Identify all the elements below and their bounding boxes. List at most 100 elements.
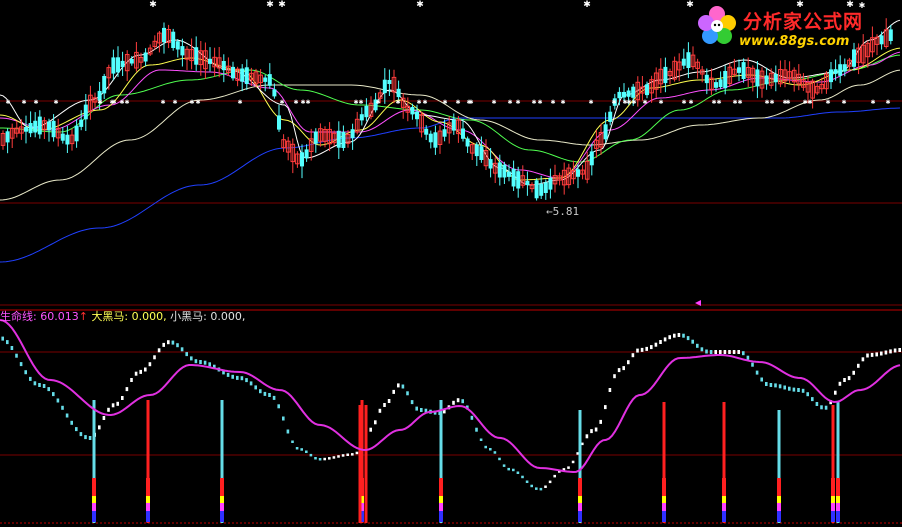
signal-segment: [92, 496, 96, 503]
oscillator-bar: [801, 388, 805, 393]
oscillator-bar: [286, 429, 290, 434]
oscillator-bar: [797, 388, 800, 392]
big-horse-label: 大黑马:: [91, 310, 129, 323]
candle-body: [663, 66, 668, 84]
lifeline-curve: [0, 319, 901, 474]
oscillator-bar: [567, 466, 570, 469]
signal-segment: [439, 496, 443, 503]
oscillator-bar: [231, 374, 234, 379]
candle-body: [272, 89, 277, 97]
oscillator-bar: [240, 376, 244, 381]
star-icon: ✱: [455, 99, 460, 106]
star-icon: ✱: [631, 99, 636, 106]
oscillator-bar: [714, 350, 717, 354]
star-icon: ✱: [375, 99, 380, 106]
oscillator-bar: [378, 408, 382, 413]
oscillator-bar: [719, 350, 722, 354]
candle-body: [175, 41, 180, 50]
signal-segment: [831, 503, 835, 511]
oscillator-bar: [737, 350, 740, 354]
panel-divider-marker-icon[interactable]: [695, 300, 701, 306]
oscillator-bar: [512, 468, 515, 472]
candle-body: [741, 62, 746, 79]
star-icon: ✱: [550, 99, 555, 106]
oscillator-bar: [111, 403, 115, 408]
star-icon: ✱: [769, 99, 774, 106]
star-icon: ✱: [189, 99, 194, 106]
oscillator-bar: [617, 368, 621, 373]
candle-body: [143, 52, 148, 62]
candle-body: [111, 57, 116, 74]
candle-body: [424, 128, 429, 135]
star-icon: ✱: [279, 99, 284, 106]
signal-segment: [92, 503, 96, 511]
oscillator-bar: [47, 387, 50, 392]
oscillator-bar: [65, 413, 69, 418]
lowest-price-label: ←5.81: [546, 205, 580, 218]
candle-body: [465, 138, 470, 147]
oscillator-bar: [857, 363, 860, 368]
oscillator-bar: [116, 401, 119, 406]
lifeline-path: [0, 319, 901, 474]
signal-segment: [831, 496, 835, 503]
kline-chart-canvas[interactable]: ✱ ✱ ✱ ✱ ✱ ✱ ✱ ✱✱ ✱ ✱ ✱ ✱ ✱ ✱ ✱ ✱ ✱ ✱ ✱ ✱ ✱ ✱ ✱ ✱ ✱ ✱ ✱ ✱ ✱ ✱ ✱ ✱ ✱✱ ✱ ✱ ✱ ✱ ✱…: [0, 0, 902, 527]
candle-body: [415, 111, 419, 120]
oscillator-bar: [838, 381, 842, 386]
oscillator-bar: [760, 377, 763, 382]
oscillator-bar: [783, 385, 786, 390]
candle-body: [516, 171, 521, 189]
candle-body: [622, 92, 626, 98]
candle-body: [102, 76, 107, 94]
candle-body: [208, 58, 212, 64]
oscillator-bar: [640, 347, 644, 352]
signal-segment: [146, 511, 150, 522]
oscillator-bar: [709, 350, 713, 354]
candle-body: [300, 152, 304, 167]
oscillator-bar: [553, 474, 556, 478]
star-icon: ✱: [416, 0, 424, 10]
star-icon: ✱: [195, 99, 200, 106]
oscillator-bar: [847, 376, 851, 381]
signal-segment: [777, 511, 781, 522]
oscillator-bar: [337, 455, 340, 458]
candle-body: [194, 47, 199, 65]
oscillator-bar: [696, 343, 699, 348]
oscillator-bar: [507, 467, 510, 471]
oscillator-bar: [84, 435, 87, 440]
signal-segment: [578, 503, 582, 511]
candle-body: [74, 125, 79, 142]
candle-body: [451, 119, 456, 131]
lowest-price-value: 5.81: [552, 205, 580, 218]
oscillator-bar: [1, 336, 4, 341]
oscillator-bar: [470, 415, 474, 420]
flower-logo-icon: [698, 6, 736, 44]
signal-segment: [662, 496, 666, 503]
oscillator-bar: [75, 427, 78, 432]
oscillator-bar: [236, 375, 239, 380]
oscillator-bar: [489, 448, 492, 451]
oscillator-bar: [792, 387, 796, 392]
candle-body: [755, 69, 760, 87]
oscillator-bar: [190, 356, 193, 361]
oscillator-bar: [535, 487, 538, 490]
star-icon: ✱: [688, 99, 693, 106]
oscillator-bar: [387, 399, 391, 403]
star-icon: ✱: [160, 99, 165, 106]
oscillator-bar: [121, 396, 124, 400]
oscillator-bar: [604, 405, 607, 410]
oscillator-bar: [668, 335, 671, 340]
star-icon: ✱: [124, 99, 129, 106]
candle-body: [129, 59, 134, 64]
oscillator-bar: [788, 386, 791, 391]
oscillator-bar: [571, 460, 575, 464]
lifeline-value: 60.013: [40, 310, 79, 323]
oscillator-bar: [755, 370, 759, 375]
oscillator-bar: [180, 347, 184, 352]
candle-body: [723, 71, 728, 89]
signal-segment: [777, 503, 781, 511]
oscillator-bar: [24, 370, 27, 375]
star-icon: ✱: [588, 99, 593, 106]
candle-body: [714, 82, 718, 88]
star-icon: ✱: [21, 99, 26, 106]
oscillator-bar: [167, 340, 170, 345]
